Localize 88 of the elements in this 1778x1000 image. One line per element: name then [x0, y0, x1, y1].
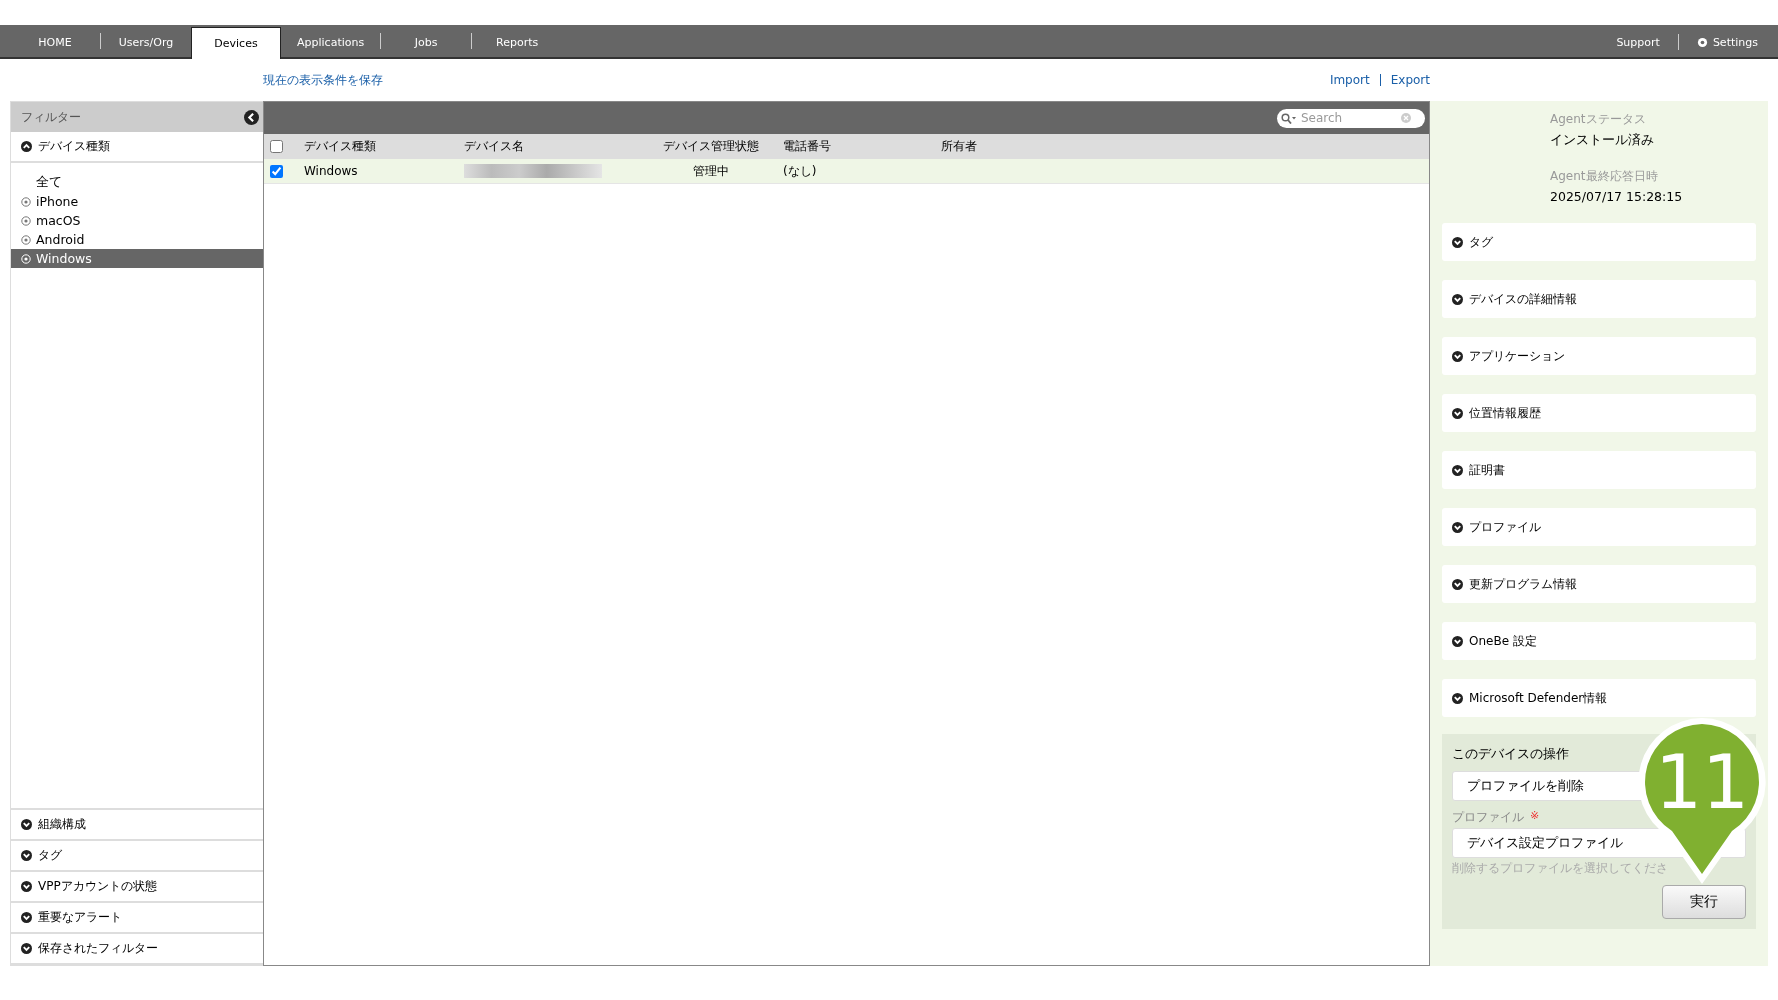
- chevron-icon: [1452, 407, 1463, 419]
- chevron-icon: [1452, 692, 1463, 704]
- detail-section[interactable]: 証明書: [1442, 451, 1756, 489]
- column-label: デバイス名: [464, 139, 524, 153]
- run-button[interactable]: 実行: [1662, 885, 1746, 919]
- row-checkbox[interactable]: [270, 164, 283, 178]
- device-type-item[interactable]: macOS: [11, 211, 263, 230]
- field-value: 2025/07/17 15:28:15: [1550, 189, 1684, 204]
- actions-title: このデバイスの操作: [1452, 746, 1570, 763]
- nav-tab[interactable]: Users/Org: [101, 27, 191, 57]
- chevron-icon: [21, 819, 32, 830]
- detail-section[interactable]: プロファイル: [1442, 508, 1756, 546]
- chevron-icon: [1452, 521, 1463, 533]
- chevron-icon: [1452, 635, 1463, 647]
- detail-section[interactable]: タグ: [1442, 223, 1756, 261]
- column-header[interactable]: デバイス名: [464, 138, 639, 155]
- detail-section-label: プロファイル: [1469, 518, 1541, 536]
- support-link[interactable]: Support: [1616, 35, 1660, 49]
- column-label: デバイス管理状態: [663, 139, 759, 153]
- io-link[interactable]: Import: [1329, 73, 1370, 87]
- column-header[interactable]: デバイス種類: [304, 138, 464, 155]
- save-view-link[interactable]: 現在の表示条件を保存: [263, 71, 383, 89]
- detail-section[interactable]: OneBe 設定: [1442, 622, 1756, 660]
- chevron-icon: [1452, 464, 1463, 476]
- profile-label: プロファイル: [1452, 809, 1524, 826]
- settings-link[interactable]: Settings: [1696, 35, 1758, 49]
- detail-section-label: 証明書: [1469, 461, 1505, 479]
- detail-section-label: 更新プログラム情報: [1469, 575, 1577, 593]
- chevron-icon: [21, 850, 32, 861]
- chevron-icon: [1452, 236, 1463, 248]
- device-type-item[interactable]: iPhone: [11, 192, 263, 211]
- field-value: インストール済み: [1550, 132, 1655, 149]
- nav-tab[interactable]: HOME: [10, 27, 100, 57]
- radio-icon: [21, 215, 31, 226]
- detail-section-label: Microsoft Defender情報: [1469, 689, 1608, 707]
- radio-icon: [21, 196, 31, 207]
- nav-tab[interactable]: Devices: [191, 27, 281, 59]
- detail-section[interactable]: Microsoft Defender情報: [1442, 679, 1756, 717]
- column-label: 電話番号: [783, 139, 831, 153]
- column-label: 所有者: [941, 139, 977, 153]
- collapse-icon[interactable]: [244, 109, 259, 125]
- chevron-icon: [1452, 578, 1463, 590]
- detail-section-label: タグ: [1469, 233, 1493, 251]
- filter-section-label: タグ: [38, 847, 62, 864]
- field-label: Agentステータス: [1550, 111, 1647, 128]
- column-label: デバイス種類: [304, 139, 376, 153]
- filter-section-label: 重要なアラート: [38, 909, 122, 926]
- detail-section-label: デバイスの詳細情報: [1469, 290, 1577, 308]
- nav-tab[interactable]: Jobs: [381, 27, 472, 57]
- nav-tab[interactable]: Applications: [281, 27, 381, 57]
- table-cell: 管理中: [693, 163, 729, 178]
- chevron-icon: [21, 912, 32, 923]
- detail-section-label: OneBe 設定: [1469, 632, 1537, 650]
- chevron-icon: [1452, 293, 1463, 305]
- filter-title: フィルター: [21, 108, 81, 126]
- chevron-icon: [21, 881, 32, 892]
- filter-section-label: VPPアカウントの状態: [38, 878, 157, 895]
- device-type-item[interactable]: 全て: [11, 173, 263, 192]
- io-link[interactable]: Export: [1390, 73, 1430, 87]
- select-all-checkbox[interactable]: [270, 140, 283, 153]
- detail-section[interactable]: 位置情報履歴: [1442, 394, 1756, 432]
- filter-section-label: 保存されたフィルター: [38, 940, 158, 957]
- table-cell: Windows: [304, 164, 358, 178]
- column-header[interactable]: デバイス管理状態: [639, 138, 783, 155]
- chevron-icon: [21, 943, 32, 954]
- radio-icon: [21, 253, 31, 264]
- search-icon: [1281, 112, 1297, 124]
- field-label: Agent最終応答日時: [1550, 168, 1659, 185]
- filter-section-label: デバイス種類: [38, 138, 110, 155]
- detail-section-label: アプリケーション: [1469, 347, 1565, 365]
- detail-section[interactable]: 更新プログラム情報: [1442, 565, 1756, 603]
- search-field[interactable]: Search: [1277, 108, 1425, 128]
- column-header[interactable]: 所有者: [941, 138, 1429, 155]
- filter-section-label: 組織構成: [38, 816, 86, 833]
- table-cell: (なし): [783, 163, 817, 178]
- chevron-icon: [21, 141, 32, 152]
- gear-icon: [1696, 36, 1708, 48]
- detail-section[interactable]: アプリケーション: [1442, 337, 1756, 375]
- chevron-icon: [1452, 350, 1463, 362]
- device-type-item[interactable]: Android: [11, 230, 263, 249]
- nav-tab[interactable]: Reports: [472, 27, 563, 57]
- detail-section-label: 位置情報履歴: [1469, 404, 1541, 422]
- required-mark: ※: [1530, 809, 1540, 824]
- detail-section[interactable]: デバイスの詳細情報: [1442, 280, 1756, 318]
- radio-icon: [21, 234, 31, 245]
- device-type-item[interactable]: Windows: [11, 249, 263, 268]
- table-row[interactable]: Windows 管理中 (なし): [264, 159, 1429, 184]
- column-header[interactable]: 電話番号: [783, 138, 941, 155]
